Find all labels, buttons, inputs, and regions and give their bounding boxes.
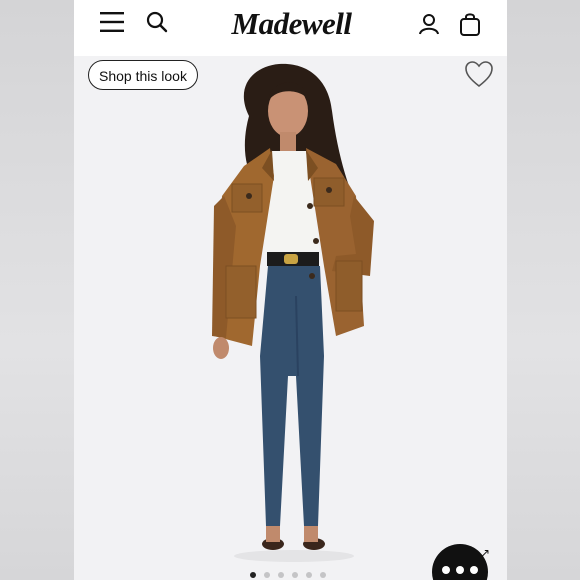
heart-icon[interactable] [464, 60, 494, 88]
more-dot [442, 566, 450, 574]
brand-logo[interactable]: Madewell [224, 4, 359, 44]
bag-icon[interactable] [459, 12, 481, 36]
shop-this-look-button[interactable]: Shop this look [88, 60, 198, 90]
account-icon[interactable] [418, 13, 440, 35]
right-backdrop [507, 0, 580, 580]
more-dot [456, 566, 464, 574]
more-dot [470, 566, 478, 574]
carousel-dot[interactable] [306, 572, 312, 578]
carousel-dot[interactable] [278, 572, 284, 578]
left-backdrop [0, 0, 74, 580]
product-page: Madewell Shop this look ↗ [74, 0, 507, 580]
top-navigation-bar: Madewell [74, 0, 507, 56]
carousel-dot[interactable] [320, 572, 326, 578]
search-icon[interactable] [146, 11, 168, 33]
carousel-dot[interactable] [292, 572, 298, 578]
carousel-dot[interactable] [250, 572, 256, 578]
product-image [212, 63, 374, 562]
carousel-dot[interactable] [264, 572, 270, 578]
expand-arrow-icon: ↗ [480, 546, 491, 560]
menu-icon[interactable] [100, 11, 124, 33]
